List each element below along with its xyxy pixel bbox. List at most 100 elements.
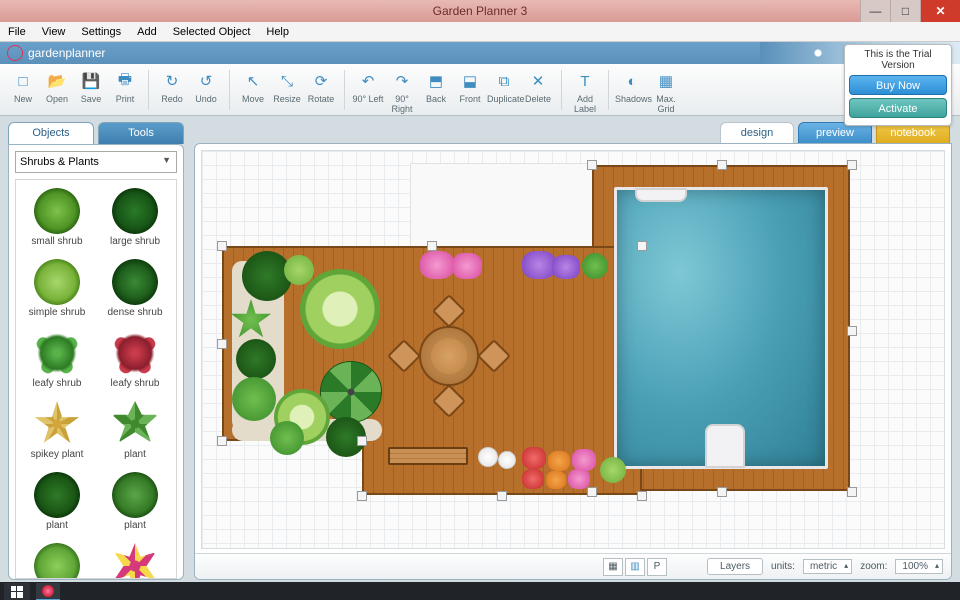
- plan-pool[interactable]: [614, 187, 828, 469]
- redo-button[interactable]: ↻Redo: [155, 68, 189, 104]
- selection-handle[interactable]: [847, 487, 857, 497]
- plan-shrub[interactable]: [284, 255, 314, 285]
- grid-toggle-2[interactable]: ▥: [625, 558, 645, 576]
- selection-handle[interactable]: [427, 241, 437, 251]
- plan-flowers[interactable]: [420, 251, 454, 279]
- selection-handle[interactable]: [717, 487, 727, 497]
- selection-handle[interactable]: [357, 491, 367, 501]
- grid-toggle-p[interactable]: P: [647, 558, 667, 576]
- plan-shrub[interactable]: [236, 339, 276, 379]
- new-button[interactable]: □New: [6, 68, 40, 104]
- canvas-grid[interactable]: [201, 150, 945, 549]
- selection-handle[interactable]: [587, 160, 597, 170]
- palette-item[interactable]: large shrub: [96, 184, 174, 255]
- palette-item[interactable]: small shrub: [18, 184, 96, 255]
- plan-flowers[interactable]: [572, 449, 596, 471]
- plan-bench[interactable]: [388, 447, 468, 465]
- menu-settings[interactable]: Settings: [73, 24, 129, 40]
- selection-handle[interactable]: [587, 487, 597, 497]
- buy-now-button[interactable]: Buy Now: [849, 75, 947, 95]
- menu-selected-object[interactable]: Selected Object: [165, 24, 259, 40]
- selection-handle[interactable]: [717, 160, 727, 170]
- plan-shrub[interactable]: [600, 457, 626, 483]
- plan-table-set[interactable]: [394, 301, 504, 411]
- palette-item[interactable]: [96, 539, 174, 579]
- rot-left-button[interactable]: ↶90° Left: [351, 68, 385, 104]
- plan-flowers[interactable]: [478, 447, 498, 467]
- selection-handle[interactable]: [637, 491, 647, 501]
- zoom-select[interactable]: 100%: [895, 559, 943, 574]
- rotate-button[interactable]: ⟳Rotate: [304, 68, 338, 104]
- design-canvas[interactable]: ▦ ▥ P Layers units: metric zoom: 100%: [194, 143, 952, 580]
- menu-add[interactable]: Add: [129, 24, 165, 40]
- undo-label: Undo: [189, 94, 223, 104]
- plan-round-table[interactable]: [419, 326, 479, 386]
- new-icon: □: [12, 70, 34, 92]
- plan-flowers[interactable]: [548, 451, 570, 471]
- delete-button[interactable]: ✕Delete: [521, 68, 555, 104]
- palette-item[interactable]: spikey plant: [18, 397, 96, 468]
- save-button[interactable]: 💾Save: [74, 68, 108, 104]
- selection-handle[interactable]: [357, 436, 367, 446]
- print-button[interactable]: 🖶Print: [108, 68, 142, 104]
- palette-item[interactable]: dense shrub: [96, 255, 174, 326]
- tab-design[interactable]: design: [720, 122, 794, 143]
- open-button[interactable]: 📂Open: [40, 68, 74, 104]
- object-palette[interactable]: small shrublarge shrubsimple shrubdense …: [15, 179, 177, 579]
- window-minimize-button[interactable]: —: [860, 0, 890, 22]
- move-button[interactable]: ↖Move: [236, 68, 270, 104]
- plan-flowers[interactable]: [498, 451, 516, 469]
- undo-button[interactable]: ↺Undo: [189, 68, 223, 104]
- window-close-button[interactable]: ✕: [920, 0, 960, 22]
- rot-right-button[interactable]: ↷90° Right: [385, 68, 419, 114]
- max-grid-button[interactable]: ▦Max. Grid: [649, 68, 683, 114]
- palette-item[interactable]: plant: [18, 468, 96, 539]
- palette-item[interactable]: [18, 539, 96, 579]
- units-select[interactable]: metric: [803, 559, 852, 574]
- plan-tree[interactable]: [300, 269, 380, 349]
- plan-flowers[interactable]: [568, 469, 590, 489]
- plan-pad[interactable]: [410, 163, 594, 247]
- menu-file[interactable]: File: [0, 24, 34, 40]
- front-button[interactable]: ⬓Front: [453, 68, 487, 104]
- plan-flowers[interactable]: [522, 469, 544, 489]
- palette-item-label: dense shrub: [98, 307, 172, 318]
- taskbar-app-icon[interactable]: [36, 583, 60, 600]
- palette-item[interactable]: leafy shrub: [96, 326, 174, 397]
- plan-flowers[interactable]: [522, 447, 546, 469]
- plan-shrub[interactable]: [270, 421, 304, 455]
- layers-button[interactable]: Layers: [707, 558, 763, 575]
- plan-flowers[interactable]: [452, 253, 482, 279]
- selection-handle[interactable]: [847, 326, 857, 336]
- menu-help[interactable]: Help: [258, 24, 297, 40]
- category-select[interactable]: [15, 151, 177, 173]
- selection-handle[interactable]: [217, 436, 227, 446]
- palette-item[interactable]: plant: [96, 468, 174, 539]
- selection-handle[interactable]: [217, 339, 227, 349]
- duplicate-button[interactable]: ⧉Duplicate: [487, 68, 521, 104]
- plan-flowers[interactable]: [522, 251, 556, 279]
- resize-button[interactable]: ⤡Resize: [270, 68, 304, 104]
- palette-item[interactable]: plant: [96, 397, 174, 468]
- selection-handle[interactable]: [217, 241, 227, 251]
- selection-handle[interactable]: [847, 160, 857, 170]
- start-button[interactable]: [4, 583, 30, 600]
- plan-shrub[interactable]: [582, 253, 608, 279]
- plan-shrub[interactable]: [232, 377, 276, 421]
- selection-handle[interactable]: [637, 241, 647, 251]
- shadows-button[interactable]: ◐Shadows: [615, 68, 649, 104]
- add-label-button[interactable]: TAdd Label: [568, 68, 602, 114]
- garden-plan[interactable]: [222, 161, 862, 521]
- back-button[interactable]: ⬒Back: [419, 68, 453, 104]
- tab-tools[interactable]: Tools: [98, 122, 184, 144]
- activate-button[interactable]: Activate: [849, 98, 947, 118]
- selection-handle[interactable]: [497, 491, 507, 501]
- grid-toggle-1[interactable]: ▦: [603, 558, 623, 576]
- menu-view[interactable]: View: [34, 24, 74, 40]
- tab-objects[interactable]: Objects: [8, 122, 94, 144]
- palette-item[interactable]: simple shrub: [18, 255, 96, 326]
- window-maximize-button[interactable]: □: [890, 0, 920, 22]
- palette-item[interactable]: leafy shrub: [18, 326, 96, 397]
- plan-flowers[interactable]: [552, 255, 580, 279]
- plan-flowers[interactable]: [546, 471, 566, 489]
